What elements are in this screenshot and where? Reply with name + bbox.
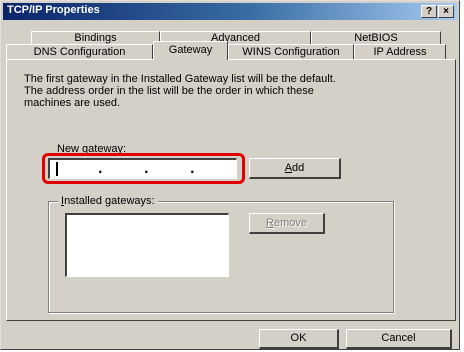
- remove-access-key: R: [266, 217, 274, 229]
- tab-bindings[interactable]: Bindings: [31, 31, 160, 45]
- description-line: machines are used.: [24, 97, 120, 109]
- close-icon: ×: [443, 6, 449, 17]
- tab-ip-address-label: IP Address: [373, 46, 427, 58]
- tab-bindings-label: Bindings: [74, 32, 117, 44]
- tab-ip-address[interactable]: IP Address: [354, 44, 446, 59]
- window-title: TCP/IP Properties: [7, 4, 100, 16]
- installed-label-text: nstalled gateways:: [64, 195, 155, 207]
- description-line: The first gateway in the Installed Gatew…: [24, 73, 336, 85]
- tab-netbios[interactable]: NetBIOS: [311, 31, 441, 45]
- red-highlight-outline: [42, 153, 245, 184]
- tab-dns-configuration-label: DNS Configuration: [33, 46, 126, 58]
- tcpip-properties-dialog: TCP/IP Properties ? × Bindings Advanced …: [0, 0, 460, 350]
- tab-netbios-label: NetBIOS: [354, 32, 398, 44]
- tab-wins-configuration-label: WINS Configuration: [242, 46, 340, 58]
- ok-button[interactable]: OK: [259, 329, 339, 349]
- close-button[interactable]: ×: [438, 5, 454, 18]
- remove-button[interactable]: Remove: [249, 213, 325, 234]
- cancel-button[interactable]: Cancel: [346, 329, 452, 349]
- tab-gateway-label: Gateway: [168, 44, 213, 56]
- gateway-description: The first gateway in the Installed Gatew…: [24, 73, 444, 109]
- help-button[interactable]: ?: [421, 5, 437, 18]
- help-icon: ?: [425, 6, 433, 17]
- add-access-key: A: [284, 162, 293, 174]
- add-button[interactable]: Add: [249, 158, 341, 179]
- title-bar[interactable]: TCP/IP Properties ? ×: [3, 3, 457, 20]
- installed-gateways-label: Installed gateways:: [58, 195, 158, 207]
- remove-label: emove: [273, 217, 307, 229]
- tab-dns-configuration[interactable]: DNS Configuration: [6, 44, 153, 59]
- description-line: The address order in the list will be th…: [24, 85, 314, 97]
- tab-wins-configuration[interactable]: WINS Configuration: [228, 44, 354, 59]
- tab-gateway[interactable]: Gateway: [153, 41, 228, 60]
- installed-gateways-list[interactable]: [65, 213, 229, 277]
- add-label: dd: [292, 162, 305, 174]
